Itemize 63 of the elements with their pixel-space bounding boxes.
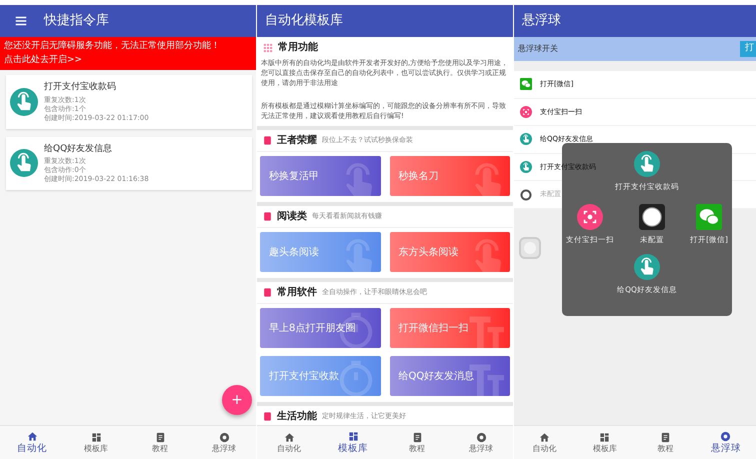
chat-bubbles-icon [520,78,532,90]
section-title: 阅读类 [277,210,307,224]
grid-icon [90,432,102,443]
section-title: 王者荣耀 [277,134,317,148]
template-tile[interactable]: 东方头条阅读 [390,232,510,272]
nav-tab[interactable]: 自动化 [514,426,574,459]
bookmark-icon [263,211,272,222]
home-icon [538,432,550,443]
document-icon [154,432,166,443]
template-tile[interactable]: 给QQ好友发消息 [390,356,510,396]
document-icon [412,432,422,443]
menu-icon[interactable] [14,14,28,28]
ring-icon [639,204,666,230]
document-icon [660,432,671,443]
nav-tab[interactable]: 自动化 [0,426,64,459]
ring-icon [520,188,532,201]
nav-tab[interactable]: 悬浮球 [696,426,756,459]
command-title: 打开支付宝收款码 [44,81,117,94]
template-tile[interactable]: 打开微信扫一扫 [390,308,510,348]
scan-icon [520,106,532,118]
banner-text: 您还没开启无障碍服务功能，无法正常使用部分功能！ [4,40,221,53]
add-button[interactable]: + [222,385,252,415]
hand-tap-icon [10,88,38,116]
grid-icon [348,430,358,442]
switch-label: 悬浮球开关 [518,43,558,55]
nav-tab[interactable]: 模板库 [574,426,635,459]
nav-tab[interactable]: 悬浮球 [449,426,513,459]
template-tile[interactable]: 秒换复活甲 [260,156,380,196]
screen-title: 悬浮球 [522,12,561,30]
screen-title: 快捷指令库 [44,12,109,30]
nav-tab[interactable]: 模板库 [321,426,385,459]
section-title: 常用功能 [278,40,318,55]
nav-tab[interactable]: 教程 [635,426,696,459]
warning-banner[interactable]: 您还没开启无障碍服务功能，无法正常使用部分功能！ 点击此处去开启>> [0,37,256,70]
bookmark-icon [263,287,272,298]
nav-tab[interactable]: 教程 [128,426,192,459]
bookmark-icon [263,135,272,146]
bookmark-icon [263,411,272,422]
hand-tap-icon [10,149,38,178]
nav-tab[interactable]: 自动化 [257,426,321,459]
circle-icon [218,432,230,443]
section-title: 常用软件 [277,286,317,300]
nav-tab[interactable]: 悬浮球 [192,426,256,459]
screen-title: 自动化模板库 [265,12,343,30]
hand-tap-icon [634,151,660,177]
toggle-button[interactable]: 打 [740,41,756,57]
section-title: 生活功能 [277,410,317,424]
nav-tab[interactable]: 教程 [385,426,449,459]
grid-icon [263,42,273,52]
hand-tap-icon [634,254,660,280]
hand-tap-icon [520,161,532,174]
home-icon [26,430,38,442]
circle-icon [720,430,732,442]
template-tile[interactable]: 早上8点打开朋友圈 [260,308,380,348]
home-icon [284,432,294,443]
banner-text: 点击此处去开启>> [4,54,84,67]
chat-bubbles-icon [696,204,722,230]
command-title: 给QQ好友发信息 [44,142,114,156]
grid-icon [599,432,610,443]
circle-icon [476,432,486,443]
scan-icon [577,204,603,230]
nav-tab[interactable]: 模板库 [64,426,128,459]
hand-tap-icon [520,133,532,146]
